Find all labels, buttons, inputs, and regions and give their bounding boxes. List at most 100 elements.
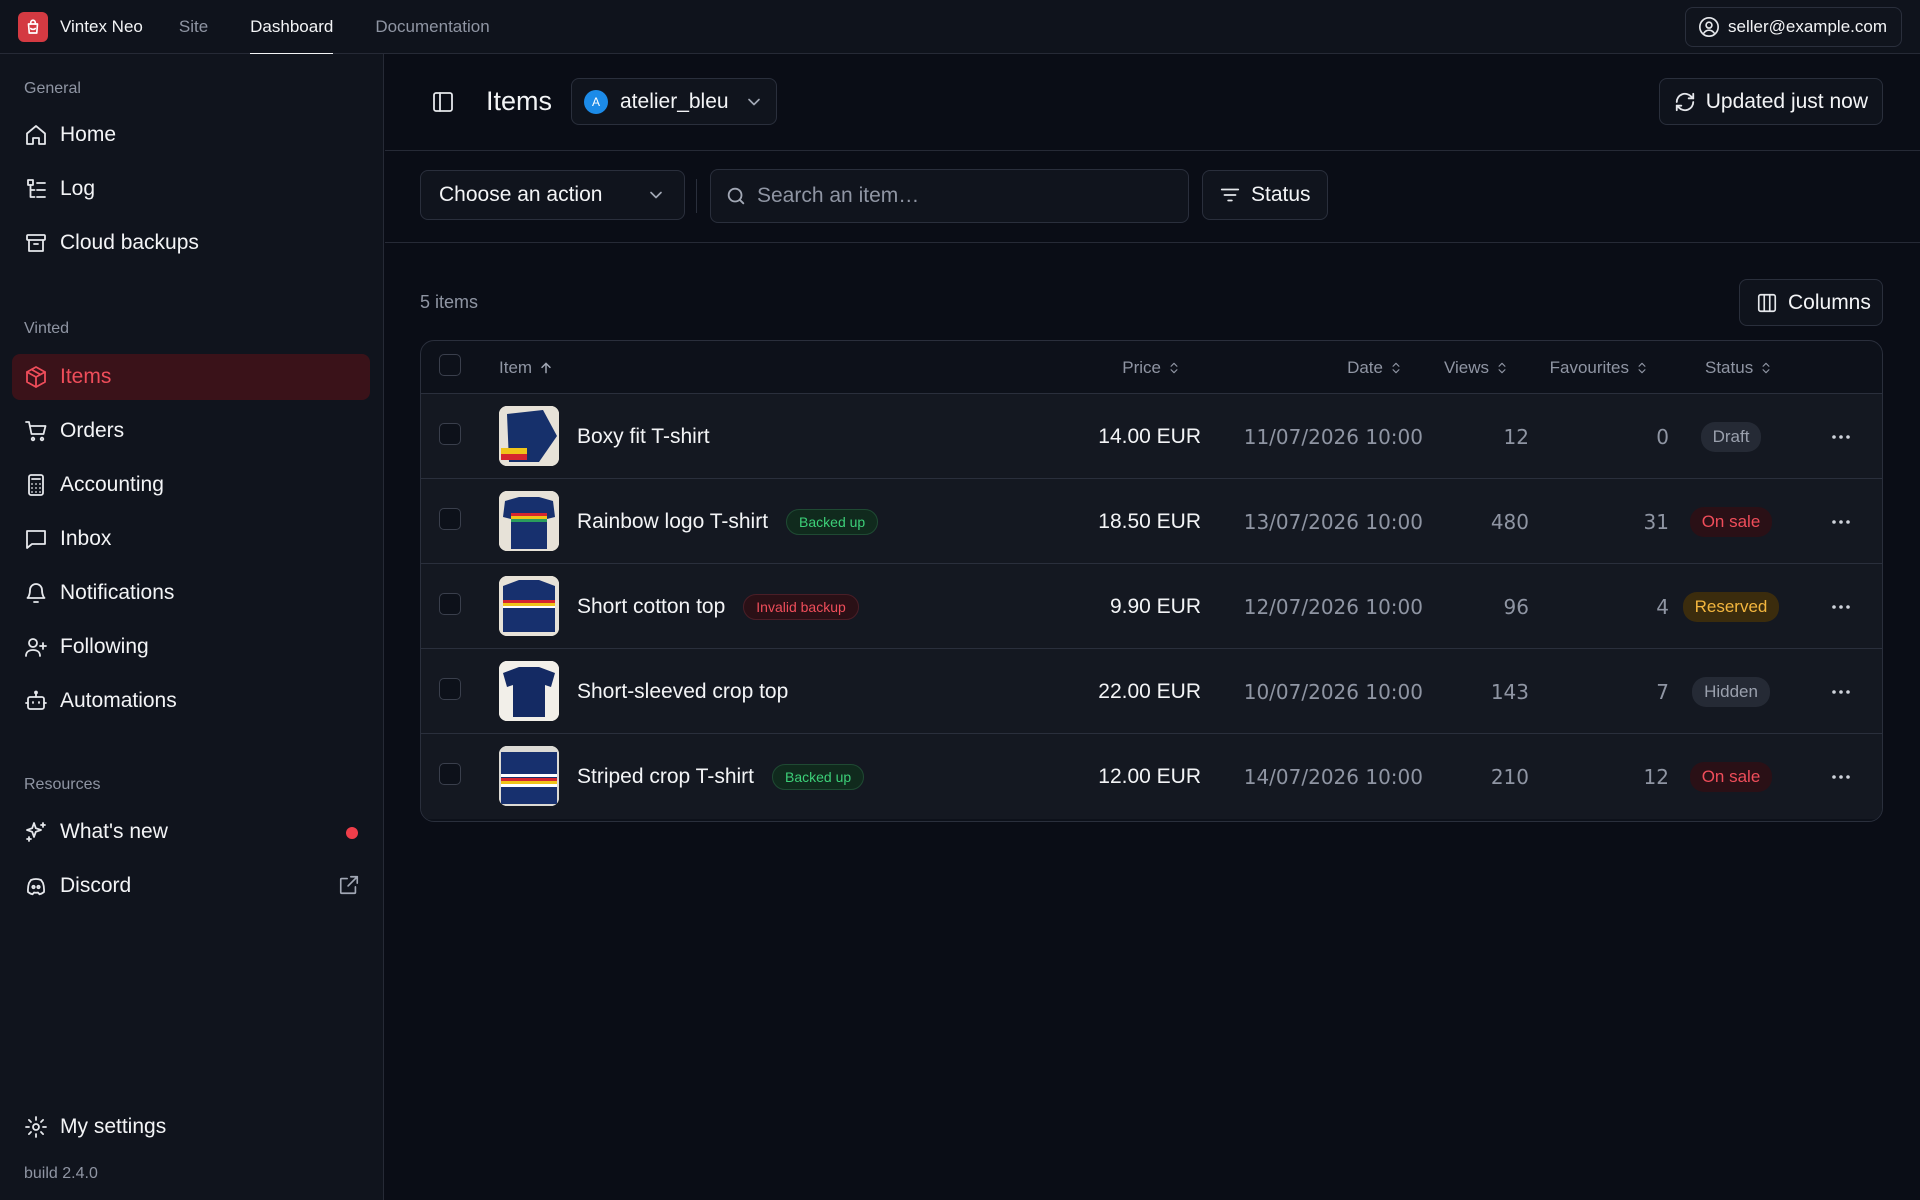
backup-tag: Backed up xyxy=(786,508,879,535)
backup-tag: Backed up xyxy=(772,763,865,790)
sidebar-item-following[interactable]: Following xyxy=(12,624,370,670)
sidebar-item-whats-new[interactable]: What's new xyxy=(12,809,370,855)
table-row[interactable]: Short cotton top Invalid backup 9.90 EUR 12… xyxy=(421,564,1882,649)
item-status-cell: Hidden xyxy=(1671,649,1791,734)
gear-icon xyxy=(24,1115,48,1139)
sidebar-item-log[interactable]: Log xyxy=(12,166,370,212)
account-selector[interactable]: A atelier_bleu xyxy=(571,78,777,125)
more-options-icon[interactable] xyxy=(1829,680,1853,704)
more-options-icon[interactable] xyxy=(1829,510,1853,534)
user-circle-icon xyxy=(1698,16,1720,38)
columns-button[interactable]: Columns xyxy=(1739,279,1883,326)
item-name-cell[interactable]: Short cotton top Invalid backup xyxy=(577,564,859,649)
items-table: Item Price Date Views Favourites Status … xyxy=(420,340,1883,822)
item-date: 10/07/2026 10:00 xyxy=(1243,679,1423,704)
column-header-views[interactable]: Views xyxy=(1411,341,1509,394)
table-row[interactable]: Short-sleeved crop top 22.00 EUR 10/07/202… xyxy=(421,649,1882,734)
item-price: 9.90 EUR xyxy=(1109,594,1201,618)
row-checkbox[interactable] xyxy=(439,508,461,530)
brand[interactable]: Vintex Neo xyxy=(18,11,143,42)
select-all-checkbox[interactable] xyxy=(439,354,461,376)
more-options-icon[interactable] xyxy=(1829,425,1853,449)
status-badge: Draft xyxy=(1700,421,1762,452)
cart-icon xyxy=(24,419,48,443)
search-icon xyxy=(725,185,747,207)
toolbar-divider xyxy=(696,179,697,213)
account-menu-button[interactable]: seller@example.com xyxy=(1685,7,1902,47)
nav-link-dashboard[interactable]: Dashboard xyxy=(250,0,334,55)
item-name-cell[interactable]: Short-sleeved crop top xyxy=(577,649,788,734)
row-checkbox[interactable] xyxy=(439,763,461,785)
item-date: 11/07/2026 10:00 xyxy=(1243,424,1423,449)
sidebar-item-label: Notifications xyxy=(60,581,175,604)
message-icon xyxy=(24,527,48,551)
sidebar-toggle-icon[interactable] xyxy=(431,90,455,114)
item-name-cell[interactable]: Rainbow logo T-shirt Backed up xyxy=(577,479,879,564)
nav-link-site[interactable]: Site xyxy=(179,0,208,54)
package-icon xyxy=(24,365,48,389)
chevron-down-icon xyxy=(646,185,666,205)
nav-link-documentation[interactable]: Documentation xyxy=(375,0,489,54)
status-badge: Hidden xyxy=(1692,676,1770,707)
item-name: Short-sleeved crop top xyxy=(577,679,789,703)
item-status-cell: On sale xyxy=(1671,734,1791,819)
more-options-icon[interactable] xyxy=(1829,595,1853,619)
unread-dot xyxy=(346,827,358,839)
column-header-label: Price xyxy=(1122,357,1161,377)
bulk-action-select[interactable]: Choose an action xyxy=(420,170,685,220)
column-header-price[interactable]: Price xyxy=(1021,341,1181,394)
chevron-down-icon xyxy=(744,92,764,112)
item-views: 210 xyxy=(1490,764,1529,789)
item-name: Short cotton top xyxy=(577,594,726,618)
sidebar-item-home[interactable]: Home xyxy=(12,112,370,158)
sidebar-item-orders[interactable]: Orders xyxy=(12,408,370,454)
sidebar-item-discord[interactable]: Discord xyxy=(12,863,370,909)
item-price: 12.00 EUR xyxy=(1098,764,1201,788)
status-badge: On sale xyxy=(1689,761,1773,792)
sidebar-item-label: Orders xyxy=(60,419,125,442)
column-header-item[interactable]: Item xyxy=(499,341,554,394)
item-thumbnail xyxy=(499,746,559,806)
item-favourites: 4 xyxy=(1656,594,1669,619)
item-name-cell[interactable]: Boxy fit T-shirt xyxy=(577,394,710,479)
account-avatar: A xyxy=(584,89,608,114)
column-header-favourites[interactable]: Favourites xyxy=(1521,341,1649,394)
item-status-cell: Draft xyxy=(1671,394,1791,479)
item-count: 5 items xyxy=(420,292,479,312)
row-checkbox[interactable] xyxy=(439,423,461,445)
sidebar-item-accounting[interactable]: Accounting xyxy=(12,462,370,508)
table-row[interactable]: Rainbow logo T-shirt Backed up 18.50 EUR 13… xyxy=(421,479,1882,564)
sidebar-item-label: Following xyxy=(60,635,149,658)
item-views: 143 xyxy=(1490,679,1529,704)
item-name: Rainbow logo T-shirt xyxy=(577,509,769,533)
sidebar-item-items[interactable]: Items xyxy=(12,354,370,400)
discord-icon xyxy=(24,874,48,898)
more-options-icon[interactable] xyxy=(1829,765,1853,789)
column-header-label: Status xyxy=(1705,357,1754,377)
brand-name: Vintex Neo xyxy=(60,16,143,36)
column-header-status[interactable]: Status xyxy=(1705,341,1773,394)
sidebar-item-automations[interactable]: Automations xyxy=(12,678,370,724)
arrow-up-icon xyxy=(538,360,554,376)
sidebar-item-label: Inbox xyxy=(60,527,112,550)
row-checkbox[interactable] xyxy=(439,678,461,700)
item-name-cell[interactable]: Striped crop T-shirt Backed up xyxy=(577,734,865,819)
toolbar: Choose an action Status xyxy=(385,151,1920,243)
column-header-date[interactable]: Date xyxy=(1221,341,1403,394)
page-header: Items A atelier_bleu Updated just now xyxy=(385,54,1920,151)
sidebar-item-my-settings[interactable]: My settings xyxy=(12,1104,370,1150)
table-row[interactable]: Striped crop T-shirt Backed up 12.00 EUR 14… xyxy=(421,734,1882,819)
row-checkbox[interactable] xyxy=(439,593,461,615)
sidebar-item-inbox[interactable]: Inbox xyxy=(12,516,370,562)
table-row[interactable]: Boxy fit T-shirt 14.00 EUR 11/07/2026 10:0… xyxy=(421,394,1882,479)
search-box[interactable] xyxy=(710,169,1189,223)
search-input[interactable] xyxy=(757,184,1177,208)
status-filter-button[interactable]: Status xyxy=(1202,170,1328,220)
column-header-label: Date xyxy=(1347,357,1383,377)
refresh-button[interactable]: Updated just now xyxy=(1658,78,1883,125)
item-favourites: 0 xyxy=(1656,424,1669,449)
sidebar-item-label: Items xyxy=(60,365,112,388)
sidebar-item-notifications[interactable]: Notifications xyxy=(12,570,370,616)
sidebar-item-cloud-backups[interactable]: Cloud backups xyxy=(12,220,370,266)
refresh-icon xyxy=(1674,91,1696,113)
